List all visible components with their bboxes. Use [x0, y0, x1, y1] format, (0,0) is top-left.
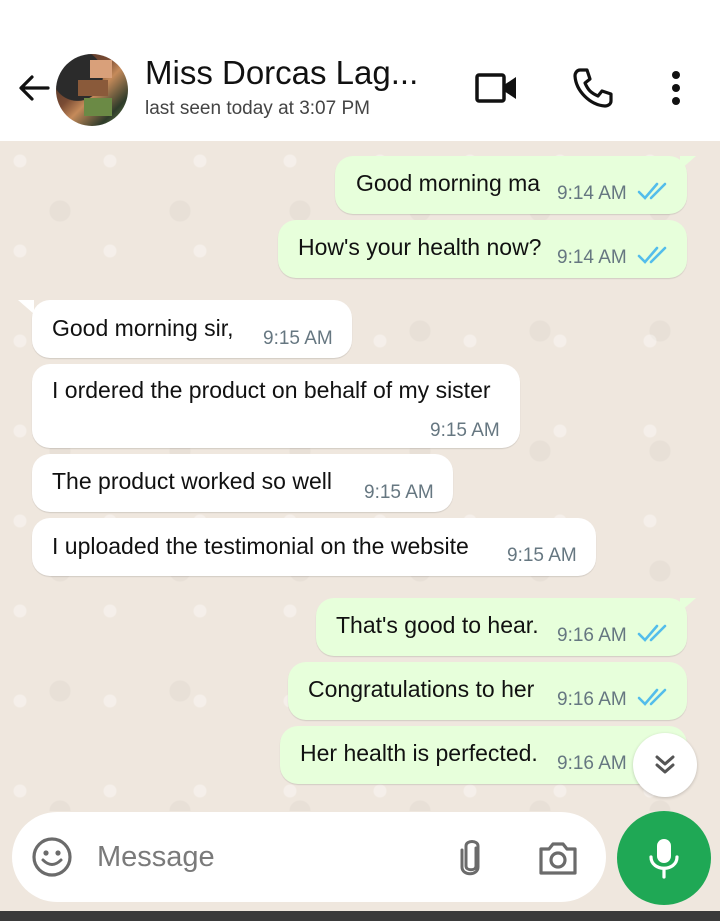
message-time: 9:15 AM: [263, 328, 333, 349]
double-check-icon: [637, 624, 667, 642]
status-bar: [0, 0, 720, 38]
message-text: Her health is perfected.: [300, 740, 538, 766]
double-check-icon: [637, 688, 667, 706]
message-text: I uploaded the testimonial on the websit…: [52, 533, 469, 559]
message-text: That's good to hear.: [336, 612, 539, 638]
message-incoming[interactable]: Good morning sir, 9:15 AM: [32, 300, 352, 358]
video-camera-icon[interactable]: [472, 64, 520, 112]
message-time: 9:16 AM: [557, 689, 627, 710]
message-incoming[interactable]: I ordered the product on behalf of my si…: [32, 364, 520, 448]
microphone-button[interactable]: [617, 811, 711, 905]
arrow-left-icon[interactable]: [14, 68, 54, 108]
microphone-icon: [649, 839, 679, 879]
message-text: How's your health now?: [298, 234, 542, 260]
last-seen-status: last seen today at 3:07 PM: [145, 98, 370, 119]
double-check-icon: [637, 182, 667, 200]
contact-name[interactable]: Miss Dorcas Lag...: [145, 54, 418, 92]
message-incoming[interactable]: I uploaded the testimonial on the websit…: [32, 518, 596, 576]
emoji-icon[interactable]: [30, 835, 74, 879]
double-chevron-down-icon: [655, 755, 675, 774]
message-input[interactable]: [97, 834, 427, 880]
double-check-icon: [637, 246, 667, 264]
message-outgoing[interactable]: How's your health now? 9:14 AM: [278, 220, 687, 278]
phone-icon[interactable]: [568, 64, 616, 112]
message-outgoing[interactable]: Her health is perfected. 9:16 AM: [280, 726, 687, 784]
message-time: 9:15 AM: [507, 545, 577, 566]
message-time: 9:16 AM: [557, 753, 627, 774]
message-text: Congratulations to her: [308, 676, 535, 702]
message-text: Good morning sir,: [52, 315, 234, 341]
message-text: The product worked so well: [52, 468, 332, 494]
message-incoming[interactable]: The product worked so well 9:15 AM: [32, 454, 453, 512]
bubble-tail: [680, 156, 696, 170]
chat-header: Miss Dorcas Lag... last seen today at 3:…: [0, 38, 720, 141]
bubble-tail: [680, 598, 696, 612]
message-outgoing[interactable]: That's good to hear. 9:16 AM: [316, 598, 687, 656]
message-time: 9:14 AM: [557, 183, 627, 204]
message-time: 9:15 AM: [364, 482, 434, 503]
message-composer: [12, 812, 606, 902]
message-outgoing[interactable]: Congratulations to her 9:16 AM: [288, 662, 687, 720]
avatar[interactable]: [56, 54, 128, 126]
camera-icon[interactable]: [536, 836, 580, 880]
message-time: 9:15 AM: [430, 420, 500, 441]
message-text: Good morning ma: [356, 170, 541, 196]
paperclip-icon[interactable]: [452, 836, 490, 880]
message-text: I ordered the product on behalf of my si…: [52, 377, 491, 403]
system-nav-bar: [0, 911, 720, 921]
scroll-to-bottom-button[interactable]: [633, 733, 697, 797]
message-time: 9:14 AM: [557, 247, 627, 268]
message-outgoing[interactable]: Good morning ma 9:14 AM: [335, 156, 687, 214]
message-time: 9:16 AM: [557, 625, 627, 646]
more-vertical-icon[interactable]: [652, 64, 700, 112]
